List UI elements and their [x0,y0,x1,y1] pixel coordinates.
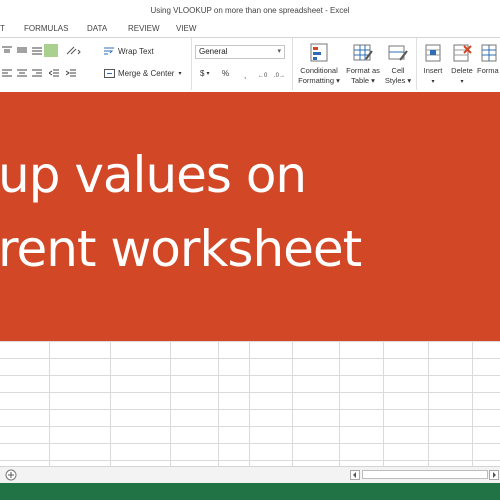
chevron-down-icon: ▾ [431,79,435,85]
tab-layout[interactable]: T [0,24,5,33]
column-divider [428,341,429,466]
banner-line-2: rent worksheet [0,220,362,278]
decrease-decimal-icon[interactable]: .0→ [274,69,287,78]
column-divider [472,341,473,466]
group-separator [292,38,293,90]
orientation-icon[interactable] [66,46,82,55]
align-left-icon[interactable] [2,69,12,78]
align-bottom-icon[interactable] [32,46,42,55]
cell-styles-button[interactable]: Cell Styles ▾ [383,42,413,86]
format-as-table-button[interactable]: Format as Table ▾ [343,42,383,86]
svg-text:←0: ←0 [258,73,268,78]
column-divider [110,341,111,466]
window-title: Using VLOOKUP on more than one spreadshe… [150,6,350,15]
cell-styles-icon [388,45,408,61]
column-divider [249,341,250,466]
scroll-right-icon[interactable] [489,470,499,480]
column-divider [339,341,340,466]
delete-cells-button[interactable]: Delete ▾ [448,42,476,87]
format-cells-icon [481,44,497,62]
wrap-text-button[interactable]: Wrap Text [104,47,154,56]
conditional-formatting-button[interactable]: Conditional Formatting ▾ [295,42,343,86]
horizontal-scrollbar[interactable] [362,470,488,479]
tab-data[interactable]: DATA [87,24,107,33]
group-separator [416,38,417,90]
align-center-icon[interactable] [17,69,27,78]
insert-cells-button[interactable]: Insert ▾ [419,42,447,87]
percent-format-button[interactable]: % [222,69,229,78]
delete-cells-icon [453,44,472,62]
increase-decimal-icon[interactable]: ←0 [258,69,271,78]
align-middle-icon[interactable] [17,46,27,55]
svg-text:.0→: .0→ [274,73,285,78]
sheet-tab-bar [0,466,500,483]
title-bar: Using VLOOKUP on more than one spreadshe… [0,0,500,21]
increase-indent-icon[interactable] [66,69,76,78]
group-separator [191,38,192,90]
chevron-down-icon: ▾ [460,79,464,85]
wrap-text-icon [104,47,114,55]
currency-format-button[interactable]: $ ▾ [200,69,209,78]
merge-center-icon [104,69,115,78]
comma-style-icon[interactable]: , [244,70,256,79]
title-banner: up values on rent worksheet [0,92,500,341]
insert-cells-icon [425,44,441,62]
conditional-formatting-icon [310,43,328,62]
format-as-table-icon [353,44,373,61]
decrease-indent-icon[interactable] [49,69,59,78]
worksheet-grid[interactable] [0,341,500,466]
column-divider [218,341,219,466]
scroll-left-icon[interactable] [350,470,360,480]
new-sheet-icon[interactable] [5,469,17,481]
ribbon: Wrap Text Merge & Center ▾ General ▾ $ ▾ … [0,38,500,90]
banner-line-1: up values on [0,146,307,204]
number-format-select[interactable]: General ▾ [195,45,285,59]
align-right-icon[interactable] [32,69,42,78]
format-cells-button[interactable]: Forma [477,42,500,76]
chevron-down-icon: ▾ [178,71,182,77]
column-divider [170,341,171,466]
column-divider [49,341,50,466]
merge-center-button[interactable]: Merge & Center ▾ [104,69,181,78]
align-top-icon[interactable] [2,46,12,55]
tab-review[interactable]: REVIEW [128,24,160,33]
chevron-down-icon: ▾ [277,48,281,55]
chevron-down-icon: ▾ [206,71,210,77]
ribbon-tabs: T FORMULAS DATA REVIEW VIEW [0,21,500,38]
status-bar [0,483,500,500]
tab-view[interactable]: VIEW [176,24,196,33]
column-divider [383,341,384,466]
tab-formulas[interactable]: FORMULAS [24,24,68,33]
svg-text:,: , [244,71,246,79]
align-bottom-selected-icon[interactable] [44,44,58,57]
column-divider [292,341,293,466]
